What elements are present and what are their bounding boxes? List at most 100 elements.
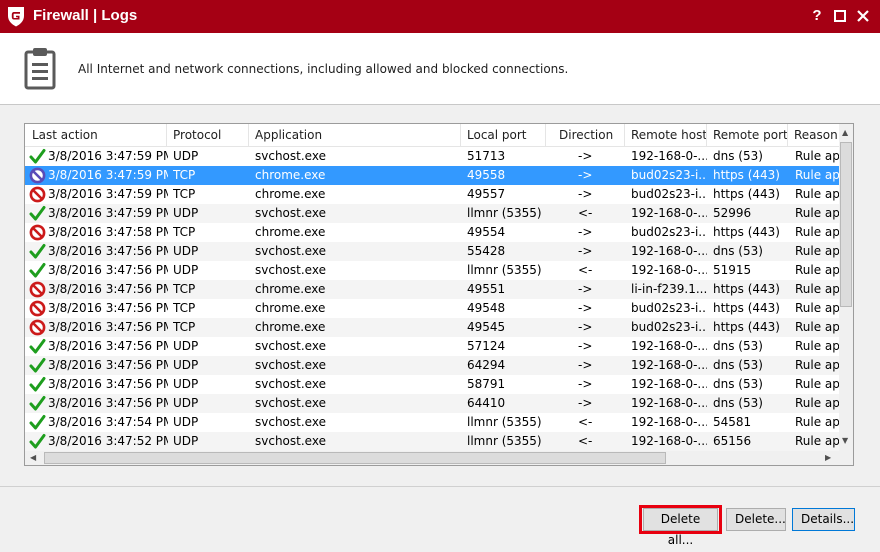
cell-direction: -> xyxy=(578,339,593,353)
cell-direction: <- xyxy=(578,263,593,277)
table-row[interactable]: 3/8/2016 3:47:56 PM UDP svchost.exe llmnr (… xyxy=(25,261,841,280)
cell-reason: Rule app xyxy=(795,149,841,163)
table-row[interactable]: 3/8/2016 3:47:59 PM UDP svchost.exe 51713 ->… xyxy=(25,147,841,166)
cell-remote-host: 192-168-0-... xyxy=(631,244,707,258)
cell-remote-host: bud02s23-i... xyxy=(631,225,707,239)
table-row[interactable]: 3/8/2016 3:47:59 PM TCP chrome.exe 49558 -> b… xyxy=(25,166,841,185)
green-check-icon xyxy=(29,205,46,222)
scroll-down-arrow-icon[interactable]: ▼ xyxy=(842,436,848,446)
column-direction[interactable]: Direction xyxy=(545,124,625,146)
cell-remote-port: https (443) xyxy=(713,282,780,296)
cell-reason: Rule app xyxy=(795,339,841,353)
cell-last-action: 3/8/2016 3:47:59 PM xyxy=(48,187,168,201)
table-row[interactable]: 3/8/2016 3:47:56 PM UDP svchost.exe 57124 ->… xyxy=(25,337,841,356)
cell-protocol: TCP xyxy=(173,320,196,334)
connection-log-table[interactable]: Last action Protocol Application Local p… xyxy=(24,123,854,466)
cell-remote-port: https (443) xyxy=(713,225,780,239)
column-remote-port[interactable]: Remote port xyxy=(706,124,788,146)
cell-local-port: 64294 xyxy=(467,358,506,372)
help-button[interactable]: ? xyxy=(810,8,824,24)
horizontal-scrollbar[interactable]: ◀ ▶ xyxy=(25,451,841,465)
scroll-left-arrow-icon[interactable]: ◀ xyxy=(30,453,36,463)
green-check-icon xyxy=(29,395,46,412)
cell-remote-host: 192-168-0-... xyxy=(631,415,707,429)
cell-direction: -> xyxy=(578,187,593,201)
cell-remote-port: dns (53) xyxy=(713,149,763,163)
details-button[interactable]: Details... xyxy=(792,508,855,531)
table-row[interactable]: 3/8/2016 3:47:56 PM UDP svchost.exe 64410 ->… xyxy=(25,394,841,413)
cell-protocol: TCP xyxy=(173,301,196,315)
vertical-scroll-thumb[interactable] xyxy=(840,142,852,307)
green-check-icon xyxy=(29,376,46,393)
cell-local-port: 49545 xyxy=(467,320,506,334)
cell-remote-port: https (443) xyxy=(713,301,780,315)
gdata-logo-icon xyxy=(8,7,24,27)
purple-prohibited-icon xyxy=(29,167,46,184)
column-reason[interactable]: Reason xyxy=(787,124,841,146)
cell-application: svchost.exe xyxy=(255,396,326,410)
table-row[interactable]: 3/8/2016 3:47:56 PM UDP svchost.exe 64294 ->… xyxy=(25,356,841,375)
close-button[interactable] xyxy=(856,8,870,24)
maximize-button[interactable] xyxy=(833,8,847,24)
cell-application: svchost.exe xyxy=(255,263,326,277)
cell-remote-port: 51915 xyxy=(713,263,752,277)
table-row[interactable]: 3/8/2016 3:47:56 PM TCP chrome.exe 49551 -> l… xyxy=(25,280,841,299)
green-check-icon xyxy=(29,262,46,279)
column-last-action[interactable]: Last action xyxy=(25,124,167,146)
cell-last-action: 3/8/2016 3:47:56 PM xyxy=(48,282,168,296)
cell-application: chrome.exe xyxy=(255,168,326,182)
table-row[interactable]: 3/8/2016 3:47:56 PM TCP chrome.exe 49548 -> b… xyxy=(25,299,841,318)
cell-protocol: UDP xyxy=(173,377,199,391)
horizontal-scroll-thumb[interactable] xyxy=(44,452,666,464)
table-row[interactable]: 3/8/2016 3:47:58 PM TCP chrome.exe 49554 -> b… xyxy=(25,223,841,242)
cell-last-action: 3/8/2016 3:47:52 PM xyxy=(48,434,168,448)
cell-remote-host: 192-168-0-... xyxy=(631,377,707,391)
cell-remote-host: 192-168-0-... xyxy=(631,149,707,163)
table-row[interactable]: 3/8/2016 3:47:59 PM TCP chrome.exe 49557 -> b… xyxy=(25,185,841,204)
cell-remote-port: https (443) xyxy=(713,320,780,334)
column-protocol[interactable]: Protocol xyxy=(166,124,249,146)
cell-application: svchost.exe xyxy=(255,358,326,372)
cell-last-action: 3/8/2016 3:47:56 PM xyxy=(48,339,168,353)
cell-direction: -> xyxy=(578,168,593,182)
table-row[interactable]: 3/8/2016 3:47:56 PM UDP svchost.exe 58791 ->… xyxy=(25,375,841,394)
cell-direction: -> xyxy=(578,244,593,258)
cell-last-action: 3/8/2016 3:47:56 PM xyxy=(48,358,168,372)
cell-local-port: 51713 xyxy=(467,149,506,163)
red-prohibited-icon xyxy=(29,224,46,241)
cell-remote-port: dns (53) xyxy=(713,244,763,258)
cell-protocol: UDP xyxy=(173,434,199,448)
cell-local-port: 49551 xyxy=(467,282,506,296)
table-row[interactable]: 3/8/2016 3:47:59 PM UDP svchost.exe llmnr (… xyxy=(25,204,841,223)
cell-remote-port: dns (53) xyxy=(713,358,763,372)
cell-last-action: 3/8/2016 3:47:59 PM xyxy=(48,206,168,220)
cell-protocol: TCP xyxy=(173,168,196,182)
cell-application: svchost.exe xyxy=(255,339,326,353)
cell-protocol: TCP xyxy=(173,187,196,201)
column-remote-host[interactable]: Remote host xyxy=(624,124,707,146)
table-row[interactable]: 3/8/2016 3:47:56 PM TCP chrome.exe 49545 -> b… xyxy=(25,318,841,337)
cell-reason: Rule app xyxy=(795,244,841,258)
scroll-up-arrow-icon[interactable]: ▲ xyxy=(842,128,848,138)
cell-remote-host: 192-168-0-... xyxy=(631,206,707,220)
cell-remote-port: 65156 xyxy=(713,434,752,448)
table-row[interactable]: 3/8/2016 3:47:52 PM UDP svchost.exe llmnr (… xyxy=(25,432,841,451)
scroll-right-arrow-icon[interactable]: ▶ xyxy=(825,453,831,463)
cell-reason: Rule app xyxy=(795,396,841,410)
column-application[interactable]: Application xyxy=(248,124,461,146)
delete-button[interactable]: Delete... xyxy=(726,508,786,531)
table-row[interactable]: 3/8/2016 3:47:54 PM UDP svchost.exe llmnr (… xyxy=(25,413,841,432)
column-local-port[interactable]: Local port xyxy=(460,124,546,146)
cell-remote-port: 54581 xyxy=(713,415,752,429)
cell-application: chrome.exe xyxy=(255,282,326,296)
cell-remote-host: li-in-f239.1... xyxy=(631,282,707,296)
green-check-icon xyxy=(29,338,46,355)
vertical-scrollbar[interactable]: ▲ ▼ xyxy=(839,124,853,451)
cell-direction: -> xyxy=(578,377,593,391)
green-check-icon xyxy=(29,414,46,431)
window-title: Firewall | Logs xyxy=(33,7,138,24)
cell-last-action: 3/8/2016 3:47:56 PM xyxy=(48,263,168,277)
scrollbar-corner xyxy=(839,451,853,465)
cell-application: chrome.exe xyxy=(255,225,326,239)
table-row[interactable]: 3/8/2016 3:47:56 PM UDP svchost.exe 55428 ->… xyxy=(25,242,841,261)
